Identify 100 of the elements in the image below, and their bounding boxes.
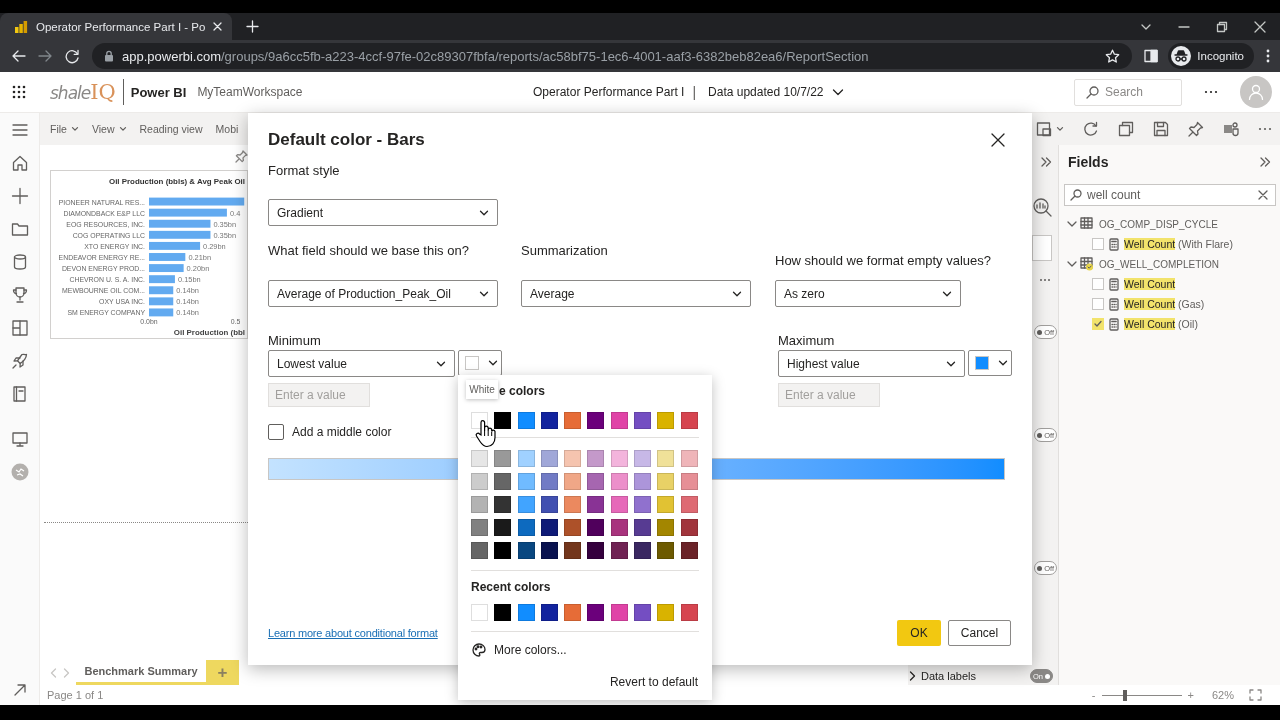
book-icon[interactable]: [10, 385, 29, 403]
color-swatch[interactable]: [680, 604, 698, 621]
checkbox[interactable]: [1092, 298, 1104, 310]
color-swatch[interactable]: [634, 604, 652, 621]
save-icon[interactable]: [1153, 121, 1169, 137]
color-swatch[interactable]: [471, 496, 488, 513]
color-swatch[interactable]: [540, 450, 558, 467]
back-arrow-icon[interactable]: [11, 49, 26, 63]
value-field[interactable]: Enter a value: [778, 383, 880, 407]
close-icon[interactable]: [991, 133, 1005, 147]
color-swatch[interactable]: [634, 542, 652, 559]
color-swatch[interactable]: [494, 412, 512, 429]
color-swatch[interactable]: [657, 604, 675, 621]
chevron-down-icon[interactable]: [1067, 259, 1077, 269]
color-swatch[interactable]: [471, 450, 488, 467]
color-swatch[interactable]: [680, 412, 698, 429]
revert-link[interactable]: Revert to default: [609, 675, 698, 689]
color-swatch[interactable]: [517, 473, 535, 490]
color-swatch[interactable]: [587, 542, 605, 559]
color-swatch[interactable]: [540, 519, 558, 536]
color-swatch[interactable]: [517, 604, 535, 621]
reload-icon[interactable]: [65, 48, 80, 64]
chevron-down-icon[interactable]: [1067, 219, 1077, 229]
color-swatch[interactable]: [680, 519, 698, 536]
clear-icon[interactable]: [1258, 190, 1268, 200]
color-swatch[interactable]: [610, 519, 628, 536]
zoom-out-button[interactable]: -: [1091, 689, 1096, 701]
dropdown[interactable]: Average: [521, 280, 751, 307]
more-colors-link[interactable]: More colors...: [494, 643, 567, 657]
color-swatch[interactable]: [494, 496, 512, 513]
field-label[interactable]: Well Count: [1124, 278, 1176, 290]
color-swatch[interactable]: [564, 450, 582, 467]
slider-thumb[interactable]: [1122, 690, 1127, 701]
dropdown[interactable]: Highest value: [778, 350, 965, 377]
color-button[interactable]: [968, 350, 1012, 376]
rocket-icon[interactable]: [10, 352, 29, 370]
color-swatch[interactable]: [587, 412, 605, 429]
color-swatch[interactable]: [610, 473, 628, 490]
forward-arrow-icon[interactable]: [38, 49, 53, 63]
color-swatch[interactable]: [634, 412, 652, 429]
menu-item[interactable]: Mobi: [215, 123, 239, 135]
menu-item[interactable]: File: [50, 123, 79, 135]
search-field[interactable]: well count: [1064, 184, 1276, 206]
color-swatch[interactable]: [494, 542, 512, 559]
color-swatch[interactable]: [587, 473, 605, 490]
color-swatch[interactable]: [494, 473, 512, 490]
color-swatch[interactable]: [471, 542, 488, 559]
color-swatch[interactable]: [587, 450, 605, 467]
color-swatch[interactable]: [657, 496, 675, 513]
color-swatch[interactable]: [610, 450, 628, 467]
color-swatch[interactable]: [564, 519, 582, 536]
search-field[interactable]: Search: [1074, 78, 1182, 106]
zoom-slider[interactable]: [1101, 690, 1182, 700]
section-label[interactable]: Data labels: [921, 670, 977, 682]
color-swatch[interactable]: [587, 519, 605, 536]
checkbox[interactable]: [268, 424, 284, 440]
color-swatch[interactable]: [610, 496, 628, 513]
color-swatch[interactable]: [494, 519, 512, 536]
color-swatch[interactable]: [610, 412, 628, 429]
color-swatch[interactable]: [657, 519, 675, 536]
double-chevron-icon[interactable]: [1040, 156, 1052, 168]
app-launcher-icon[interactable]: [12, 85, 26, 99]
help-link[interactable]: Learn more about conditional format: [268, 627, 438, 639]
color-swatch[interactable]: [657, 542, 675, 559]
zoom-in-button[interactable]: +: [1187, 689, 1194, 701]
trophy-icon[interactable]: [10, 286, 29, 304]
chevron-right-icon[interactable]: [909, 671, 916, 681]
color-swatch[interactable]: [680, 473, 698, 490]
color-swatch[interactable]: [494, 450, 512, 467]
table-name[interactable]: OG_WELL_COMPLETION: [1099, 258, 1220, 270]
color-swatch[interactable]: [517, 496, 535, 513]
profile-button[interactable]: Incognito: [1168, 43, 1254, 69]
color-swatch[interactable]: [517, 519, 535, 536]
color-swatch[interactable]: [564, 412, 582, 429]
color-swatch[interactable]: [587, 496, 605, 513]
star-icon[interactable]: [1105, 48, 1121, 64]
double-chevron-icon[interactable]: [1259, 156, 1271, 168]
more-icon[interactable]: [1039, 278, 1051, 282]
pin-icon[interactable]: [235, 150, 248, 163]
menu-icon[interactable]: [10, 121, 29, 139]
color-swatch[interactable]: [564, 473, 582, 490]
color-swatch[interactable]: [540, 542, 558, 559]
chart-card[interactable]: [50, 170, 248, 339]
dropdown[interactable]: Gradient: [268, 199, 498, 226]
restore-icon[interactable]: [1216, 20, 1228, 33]
browser-tab[interactable]: Operator Performance Part I - Po: [0, 13, 232, 40]
color-swatch[interactable]: [657, 412, 675, 429]
color-swatch[interactable]: [634, 519, 652, 536]
data-updated-menu[interactable]: Data updated 10/7/22: [708, 85, 824, 99]
teams-icon[interactable]: [1223, 121, 1239, 137]
workspace-link[interactable]: MyTeamWorkspace: [197, 85, 303, 99]
ok-button[interactable]: OK: [897, 620, 941, 646]
color-swatch[interactable]: [540, 604, 558, 621]
color-swatch[interactable]: [680, 542, 698, 559]
pin-icon[interactable]: [1188, 121, 1204, 137]
color-swatch[interactable]: [471, 519, 488, 536]
color-swatch[interactable]: [634, 450, 652, 467]
address-bar[interactable]: app.powerbi.com/groups/9a6cc5fb-a223-4ccf-97fe-02c89307fbfa/reports/ac58bf75-1ec6-4001-aaf3-6382beb82ea6/ReportSection: [92, 43, 1133, 69]
color-swatch[interactable]: [517, 450, 535, 467]
refresh-icon[interactable]: [1083, 121, 1099, 137]
